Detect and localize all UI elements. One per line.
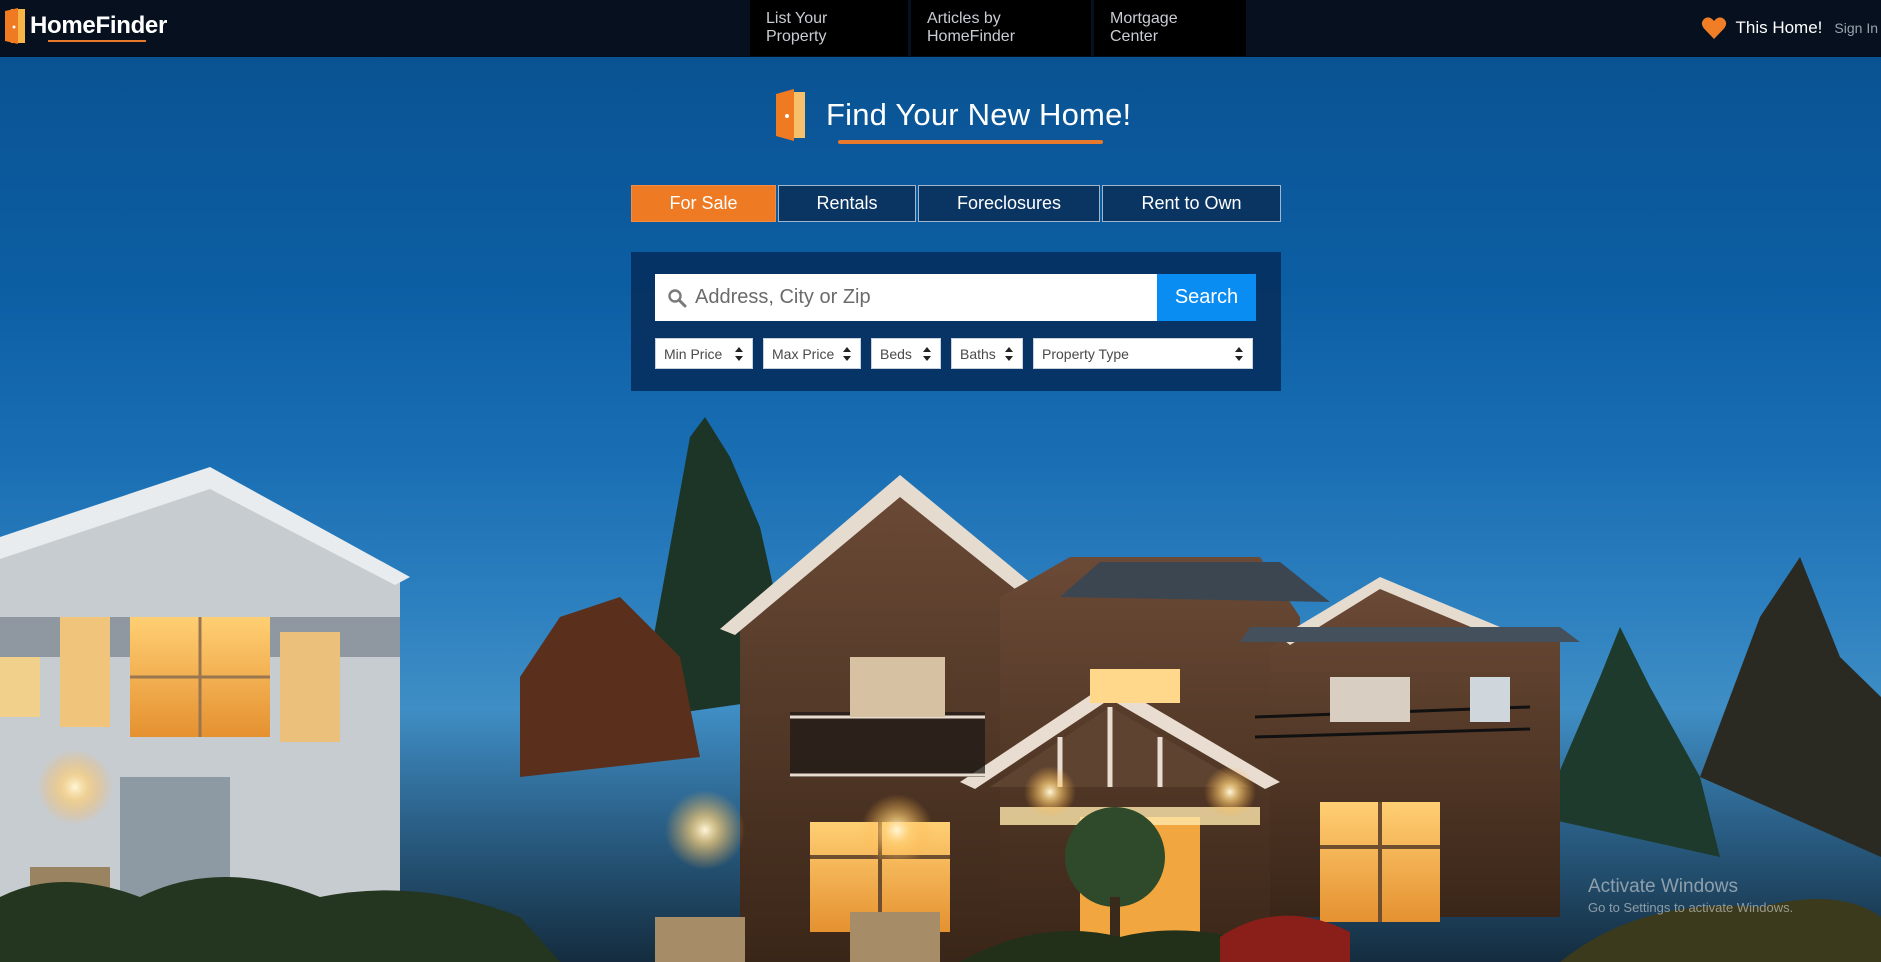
- tab-rentals[interactable]: Rentals: [778, 185, 916, 222]
- max-price-select[interactable]: Max Price: [763, 338, 861, 369]
- sort-caret-icon: [1235, 347, 1243, 361]
- max-price-label: Max Price: [772, 345, 835, 362]
- listing-type-tabs: For Sale Rentals Foreclosures Rent to Ow…: [631, 185, 1281, 222]
- min-price-select[interactable]: Min Price: [655, 338, 753, 369]
- nav-list-your-property[interactable]: List Your Property: [750, 0, 908, 56]
- property-type-label: Property Type: [1042, 345, 1129, 362]
- logo-text: HomeFinder: [30, 12, 168, 39]
- tab-for-sale[interactable]: For Sale: [631, 185, 776, 222]
- tab-foreclosures[interactable]: Foreclosures: [918, 185, 1100, 222]
- door-icon: [776, 89, 805, 141]
- page-title: Find Your New Home!: [826, 97, 1132, 132]
- sort-caret-icon: [923, 347, 931, 361]
- search-box: [655, 274, 1157, 321]
- tab-rent-to-own[interactable]: Rent to Own: [1102, 185, 1281, 222]
- beds-select[interactable]: Beds: [871, 338, 941, 369]
- baths-label: Baths: [960, 345, 996, 362]
- property-type-select[interactable]: Property Type: [1033, 338, 1253, 369]
- search-icon: [668, 288, 687, 307]
- user-area: This Home! Sign In: [1701, 0, 1881, 56]
- windows-activation-watermark: Activate Windows Go to Settings to activ…: [1588, 876, 1793, 915]
- search-button[interactable]: Search: [1157, 274, 1256, 321]
- sign-in-link[interactable]: Sign In: [1834, 20, 1878, 36]
- watermark-title: Activate Windows: [1588, 876, 1738, 897]
- heart-icon[interactable]: [1701, 16, 1727, 40]
- min-price-label: Min Price: [664, 345, 723, 362]
- door-icon: [5, 8, 25, 44]
- top-nav-bar: HomeFinder List Your Property Articles b…: [0, 0, 1881, 57]
- search-panel: Search Min Price Max Price Beds Baths Pr…: [631, 252, 1281, 391]
- nav-articles[interactable]: Articles by HomeFinder: [911, 0, 1091, 56]
- nav-mortgage-center[interactable]: Mortgage Center: [1094, 0, 1246, 56]
- baths-select[interactable]: Baths: [951, 338, 1023, 369]
- beds-label: Beds: [880, 345, 912, 362]
- favorites-link[interactable]: This Home!: [1735, 18, 1822, 38]
- title-underline: [838, 140, 1103, 144]
- logo-underline: [48, 40, 146, 42]
- sort-caret-icon: [735, 347, 743, 361]
- search-input[interactable]: [695, 286, 1135, 309]
- headline: Find Your New Home!: [774, 88, 1131, 142]
- watermark-subtitle: Go to Settings to activate Windows.: [1588, 900, 1794, 915]
- main-nav: List Your Property Articles by HomeFinde…: [750, 0, 1246, 56]
- sort-caret-icon: [1005, 347, 1013, 361]
- sort-caret-icon: [843, 347, 851, 361]
